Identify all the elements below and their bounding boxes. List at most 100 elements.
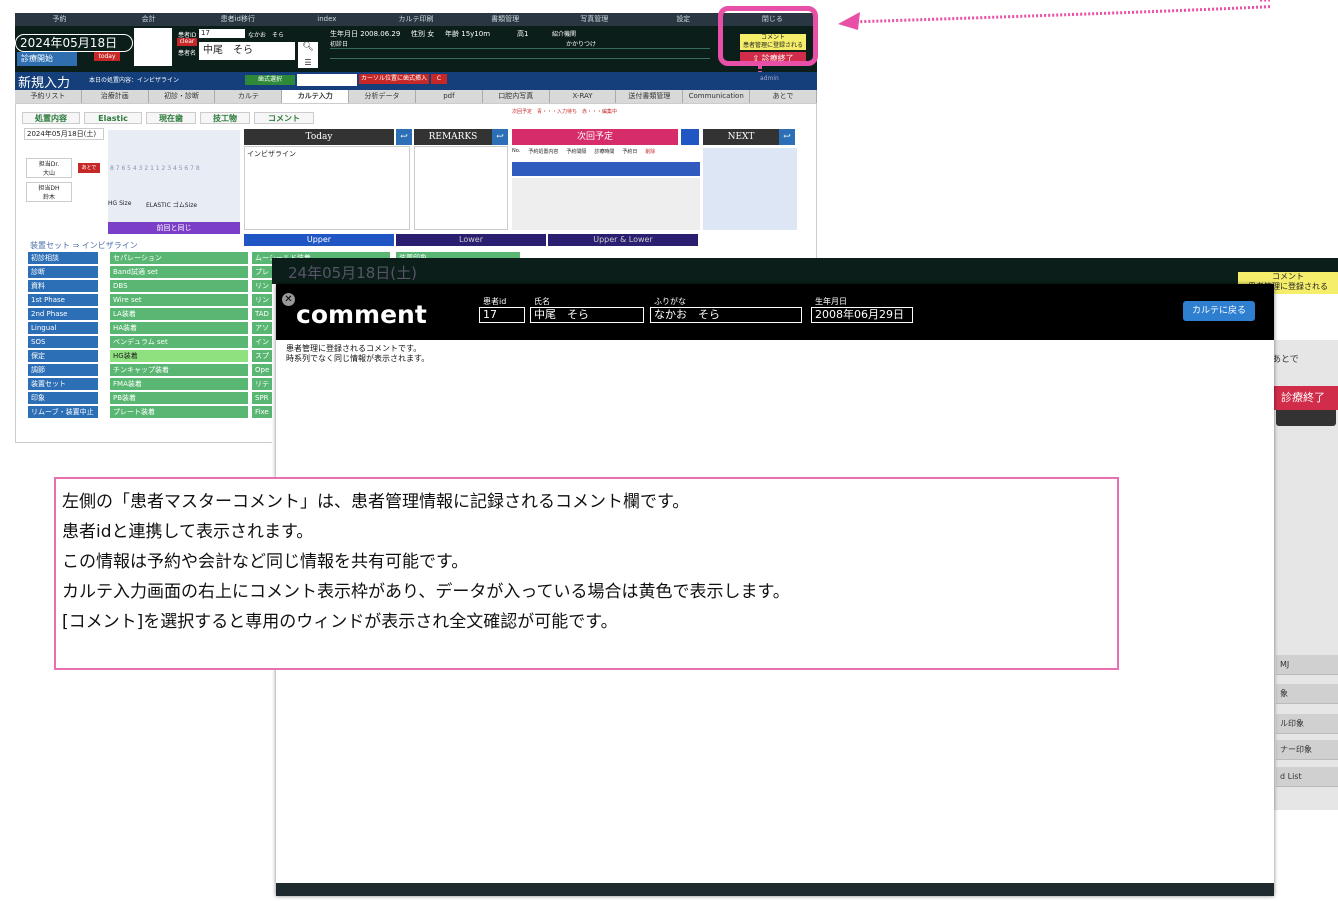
list-item[interactable]: Lingual (28, 322, 98, 334)
list-item[interactable]: 2nd Phase (28, 308, 98, 320)
today-button[interactable]: today (94, 52, 120, 61)
tab-later[interactable]: あとで (750, 90, 817, 103)
subtab-current-teeth[interactable]: 現在歯 (146, 112, 196, 124)
next-return-icon[interactable]: ↩ (779, 129, 795, 145)
start-exam-button[interactable]: 診療開始 (17, 52, 77, 66)
upper-lower-tab[interactable]: Upper & Lower (548, 234, 698, 246)
nav-id-migrate[interactable]: 患者id移行 (193, 13, 282, 26)
list-item[interactable]: 資料 (28, 280, 98, 292)
list-item[interactable]: DBS (110, 280, 248, 292)
subtab-treatment[interactable]: 処置内容 (22, 112, 80, 124)
next-plan-columns: No. 予約処置内容 予約間隔 診療時間 予約日 削除 (512, 148, 700, 155)
next-plan-list[interactable] (512, 178, 700, 230)
list-item[interactable]: HG装着 (110, 350, 248, 362)
tooth-select-button[interactable]: 歯式選択 (245, 75, 295, 85)
list-item[interactable]: 調節 (28, 364, 98, 376)
tab-xray[interactable]: X-RAY (550, 90, 617, 103)
list-icon[interactable]: ☰ (298, 58, 318, 68)
right-button[interactable]: 象 (1276, 684, 1338, 704)
remarks-textarea[interactable] (414, 146, 508, 230)
list-item[interactable]: Wire set (110, 294, 248, 306)
tab-pdf[interactable]: pdf (416, 90, 483, 103)
list-item[interactable]: プレート装着 (110, 406, 248, 418)
patient-id-input[interactable]: 17 (199, 29, 245, 38)
tab-diagnosis[interactable]: 初診・診断 (149, 90, 216, 103)
nav-index[interactable]: index (282, 13, 371, 26)
nav-karte-print[interactable]: カルテ印刷 (371, 13, 460, 26)
upper-tab[interactable]: Upper (244, 234, 394, 246)
list-item[interactable]: 印象 (28, 392, 98, 404)
later-button[interactable]: あとで (78, 163, 100, 173)
list-item[interactable]: LA装着 (110, 308, 248, 320)
top-nav: 予約 会計 患者id移行 index カルテ印刷 書類管理 写真管理 設定 閉じ… (15, 13, 817, 26)
list-item[interactable]: リムーブ・装置中止 (28, 406, 98, 418)
list-item[interactable]: SOS (28, 336, 98, 348)
list-item[interactable]: FMA装着 (110, 378, 248, 390)
right-button[interactable]: d List (1276, 767, 1338, 787)
nav-kaikei[interactable]: 会計 (104, 13, 193, 26)
modal-id-field: 17 (479, 307, 525, 323)
tab-analysis[interactable]: 分析データ (349, 90, 416, 103)
tab-intraoral[interactable]: 口腔内写真 (483, 90, 550, 103)
next-plan-row-selected[interactable] (512, 162, 700, 176)
nav-yoyaku[interactable]: 予約 (15, 13, 104, 26)
list-item[interactable]: 1st Phase (28, 294, 98, 306)
hg-size-label: HG Size (108, 200, 132, 207)
age-display: 年齢 15y10m (445, 30, 491, 38)
header-divider (330, 48, 710, 49)
clear-button[interactable]: clear (177, 38, 197, 46)
nav-photos[interactable]: 写真管理 (550, 13, 639, 26)
right-button[interactable]: MJ (1276, 655, 1338, 675)
remarks-return-icon[interactable]: ↩ (492, 129, 508, 145)
back-to-karte-button[interactable]: カルテに戻る (1183, 301, 1255, 321)
nav-docs[interactable]: 書類管理 (461, 13, 550, 26)
next-plan-button[interactable] (681, 129, 699, 145)
next-textarea[interactable] (703, 148, 797, 230)
modal-title: comment (296, 300, 427, 329)
list-item[interactable]: 初診相談 (28, 252, 98, 264)
right-button[interactable]: ル印象 (1276, 714, 1338, 734)
right-button[interactable]: ナー印象 (1276, 740, 1338, 760)
same-as-last-button[interactable]: 前回と同じ (108, 222, 240, 234)
tooth-input[interactable] (297, 74, 357, 86)
list-item[interactable]: チンキャップ装着 (110, 364, 248, 376)
list-item[interactable]: セパレーション (110, 252, 248, 264)
end-exam-button-2[interactable]: 診療終了 (1268, 386, 1338, 410)
tab-karte-input[interactable]: カルテ入力 (282, 90, 350, 103)
modal-comment-body[interactable]: 患者管理に登録されるコメントです。 時系列でなく同じ情報が表示されます。 (286, 344, 429, 364)
dh-select[interactable]: 担当DH 鈴木 (26, 182, 72, 202)
insert-tooth-button[interactable]: カーソル位置に歯式挿入 (359, 74, 429, 84)
today-textarea[interactable]: インビザライン (244, 146, 410, 230)
search-icon[interactable]: 🔍︎ (298, 42, 318, 58)
dob-display: 生年月日 2008.06.29 (330, 30, 401, 38)
callout-line-4: カルテ入力画面の右上にコメント表示枠があり、データが入っている場合は黄色で表示し… (62, 582, 790, 602)
c-button[interactable]: C (431, 74, 447, 84)
list-item[interactable]: 装置セット (28, 378, 98, 390)
nav-settings[interactable]: 設定 (639, 13, 728, 26)
comment-line-1: 患者管理に登録されるコメントです。 (286, 344, 422, 353)
subtab-elastic[interactable]: Elastic (84, 112, 142, 124)
tooth-chart[interactable] (108, 130, 240, 230)
subtab-appliance[interactable]: 技工物 (200, 112, 250, 124)
family-doctor-label: かかりつけ (566, 41, 597, 48)
list-item[interactable]: HA装着 (110, 322, 248, 334)
patient-name-input[interactable]: 中尾 そら (199, 42, 295, 60)
lower-tab[interactable]: Lower (396, 234, 546, 246)
today-return-icon[interactable]: ↩ (396, 129, 412, 145)
tab-karte[interactable]: カルテ (215, 90, 283, 103)
list-item[interactable]: PB装着 (110, 392, 248, 404)
tab-communication[interactable]: Communication (683, 90, 751, 103)
list-item[interactable]: ペンデュラム set (110, 336, 248, 348)
user-label: admin (760, 75, 779, 82)
list-item[interactable]: 診断 (28, 266, 98, 278)
subtab-comment[interactable]: コメント (254, 112, 314, 124)
tab-docs[interactable]: 送付書類管理 (616, 90, 684, 103)
tab-yoyaku-list[interactable]: 予約リスト (15, 90, 82, 103)
list-item[interactable]: 保定 (28, 350, 98, 362)
dr-select[interactable]: 担当Dr. 大山 (26, 158, 72, 178)
tab-plan[interactable]: 治療計画 (82, 90, 149, 103)
col-time: 診療時間 (594, 149, 615, 155)
modal-name-label: 氏名 (534, 297, 550, 306)
close-icon[interactable]: ✕ (282, 293, 295, 306)
list-item[interactable]: Band試適 set (110, 266, 248, 278)
